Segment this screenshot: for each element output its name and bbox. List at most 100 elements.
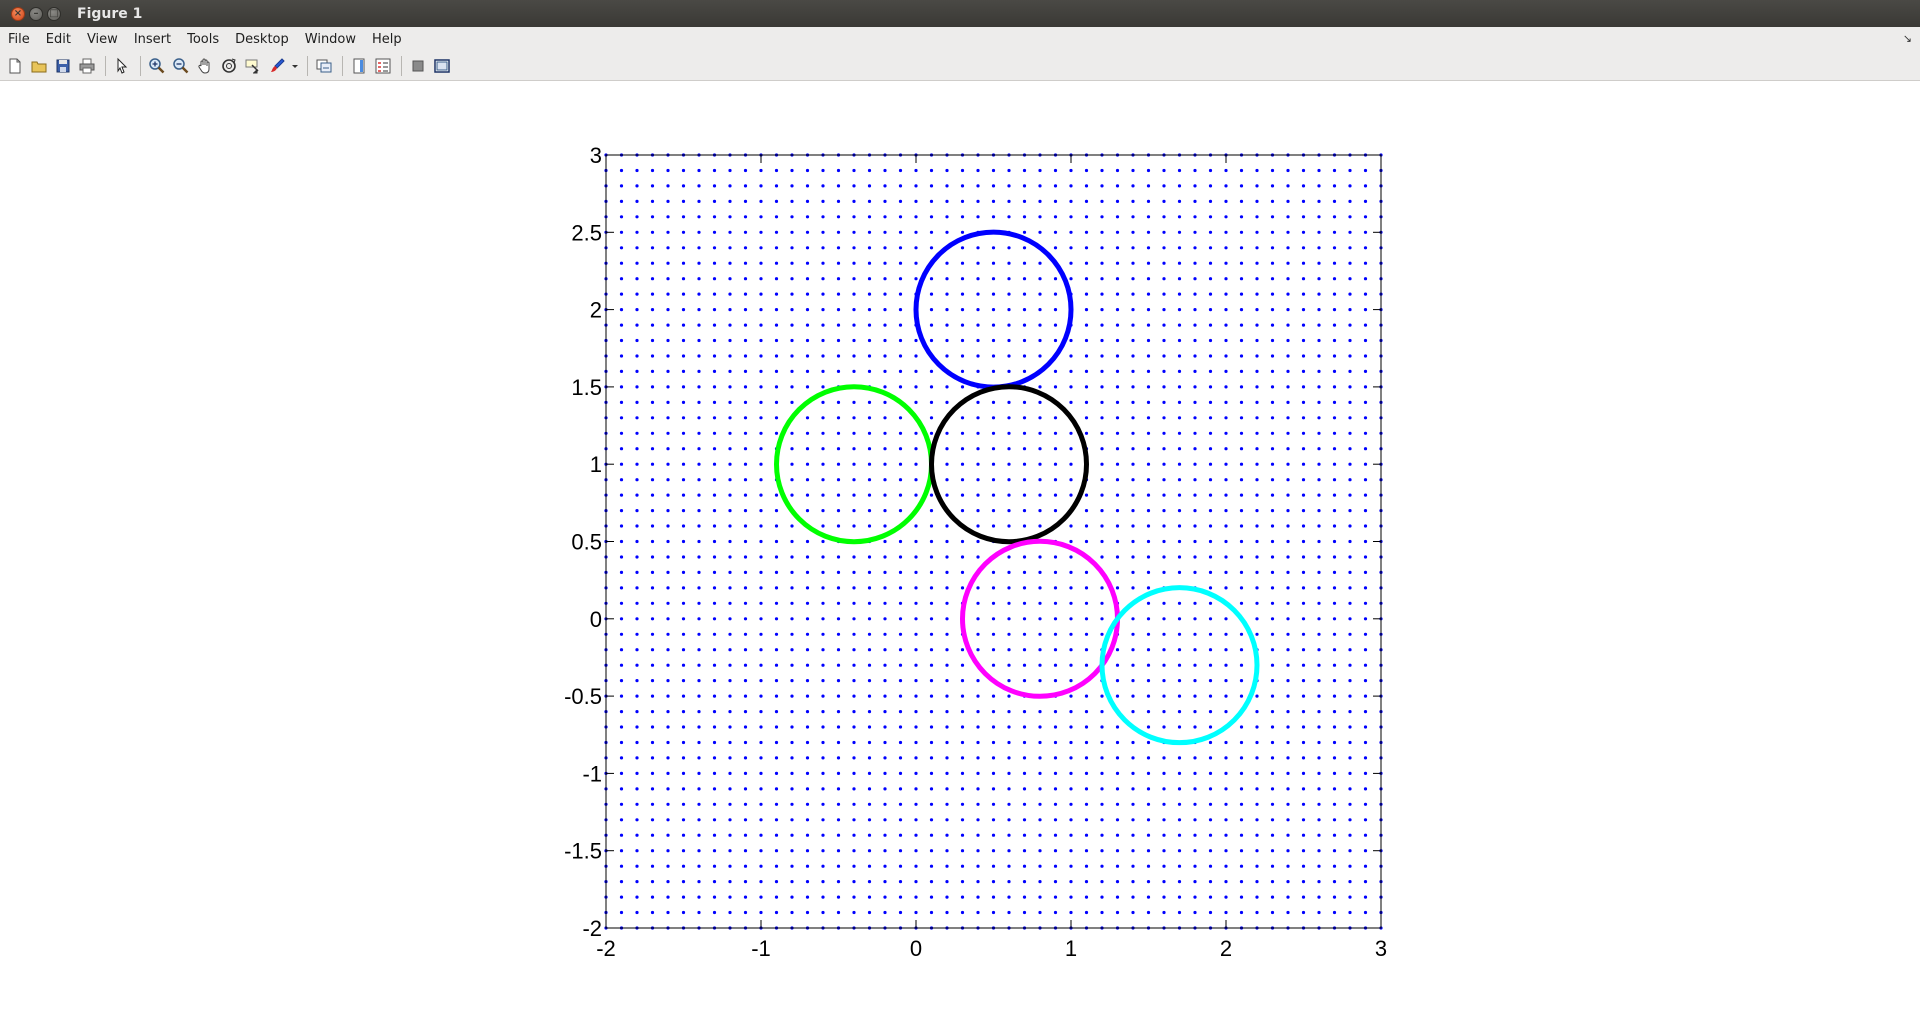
grid-point — [619, 199, 624, 203]
menu-tools[interactable]: Tools — [179, 32, 227, 47]
grid-point — [1146, 617, 1151, 621]
menu-edit[interactable]: Edit — [38, 32, 79, 47]
grid-point — [852, 895, 856, 899]
grid-point — [1193, 323, 1197, 327]
grid-point — [759, 261, 763, 265]
grid-point — [1363, 447, 1368, 451]
grid-point — [1286, 617, 1290, 621]
grid-point — [976, 184, 980, 188]
grid-point — [1208, 462, 1213, 466]
grid-point — [1224, 710, 1228, 714]
grid-point — [1177, 802, 1182, 806]
menu-window[interactable]: Window — [297, 32, 364, 47]
grid-point — [1301, 369, 1306, 373]
maximize-window-button[interactable]: □ — [47, 6, 61, 21]
open-file-button[interactable] — [28, 55, 50, 77]
menu-file[interactable]: File — [0, 32, 38, 47]
minimize-window-button[interactable]: – — [29, 6, 43, 21]
hide-plot-tools-button[interactable] — [407, 55, 429, 77]
show-plot-tools-button[interactable] — [431, 55, 453, 77]
brush-dropdown-button[interactable] — [290, 55, 300, 77]
new-figure-button[interactable] — [4, 55, 26, 77]
grid-point — [1348, 601, 1352, 605]
grid-point — [1053, 308, 1058, 312]
grid-point — [1146, 277, 1151, 281]
grid-point — [898, 771, 903, 776]
grid-point — [1162, 338, 1166, 343]
grid-point — [774, 756, 779, 760]
print-button[interactable] — [76, 55, 98, 77]
grid-point — [1084, 895, 1089, 899]
grid-point — [883, 663, 887, 667]
undock-arrow-icon[interactable]: ↘ — [1903, 32, 1912, 45]
menu-help[interactable]: Help — [364, 32, 410, 47]
grid-point — [1115, 184, 1120, 188]
grid-point — [697, 168, 701, 173]
grid-point — [1007, 493, 1011, 497]
grid-point — [821, 880, 825, 884]
grid-point — [1255, 849, 1259, 853]
data-cursor-button[interactable] — [242, 55, 264, 77]
grid-point — [898, 277, 903, 281]
grid-point — [681, 910, 686, 915]
grid-point — [728, 447, 732, 451]
zoom-out-button[interactable] — [170, 55, 192, 77]
pan-button[interactable] — [194, 55, 216, 77]
grid-point — [883, 710, 887, 714]
grid-point — [1115, 679, 1120, 683]
save-button[interactable] — [52, 55, 74, 77]
grid-point — [681, 679, 686, 683]
grid-point — [712, 648, 717, 652]
grid-point — [1348, 323, 1352, 327]
grid-point — [1038, 400, 1042, 404]
grid-point — [743, 431, 748, 435]
grid-point — [774, 524, 779, 528]
grid-point — [1131, 524, 1135, 528]
grid-point — [666, 168, 670, 173]
grid-point — [1131, 369, 1135, 373]
grid-point — [1224, 740, 1228, 745]
insert-legend-button[interactable] — [372, 55, 394, 77]
grid-point — [852, 787, 856, 791]
grid-point — [1007, 168, 1011, 173]
grid-point — [929, 277, 934, 281]
grid-point — [635, 880, 639, 884]
grid-point — [1348, 802, 1352, 806]
zoom-out-icon — [173, 57, 189, 73]
grid-point — [1208, 570, 1213, 574]
grid-point — [1007, 323, 1011, 327]
grid-point — [697, 524, 701, 528]
grid-point — [1131, 277, 1135, 281]
grid-point — [1162, 632, 1166, 636]
menu-insert[interactable]: Insert — [126, 32, 179, 47]
plot-axes[interactable]: -2 -1 0 1 2 3-2-1.5-1-0.500.511.522.53 — [0, 82, 1920, 1032]
grid-point — [1115, 338, 1120, 343]
grid-point — [728, 184, 732, 188]
grid-point — [774, 787, 779, 791]
grid-point — [1022, 910, 1027, 915]
rotate-3d-button[interactable] — [218, 55, 240, 77]
grid-point — [790, 400, 794, 404]
grid-point — [666, 385, 670, 389]
grid-point — [1038, 880, 1042, 884]
edit-plot-button[interactable] — [111, 55, 133, 77]
menu-view[interactable]: View — [79, 32, 126, 47]
grid-point — [1224, 261, 1228, 265]
zoom-in-button[interactable] — [146, 55, 168, 77]
link-plot-button[interactable] — [313, 55, 335, 77]
grid-point — [697, 308, 701, 312]
grid-point — [852, 369, 856, 373]
grid-point — [1255, 740, 1259, 745]
grid-point — [914, 802, 918, 806]
grid-point — [1239, 555, 1244, 559]
insert-colorbar-button[interactable] — [348, 55, 370, 77]
close-window-button[interactable]: × — [11, 6, 25, 21]
menu-desktop[interactable]: Desktop — [227, 32, 297, 47]
grid-point — [1053, 663, 1058, 667]
grid-point — [821, 292, 825, 296]
brush-button[interactable] — [266, 55, 288, 77]
grid-point — [945, 771, 949, 776]
grid-point — [898, 416, 903, 420]
grid-point — [914, 246, 918, 250]
grid-point — [805, 895, 810, 899]
